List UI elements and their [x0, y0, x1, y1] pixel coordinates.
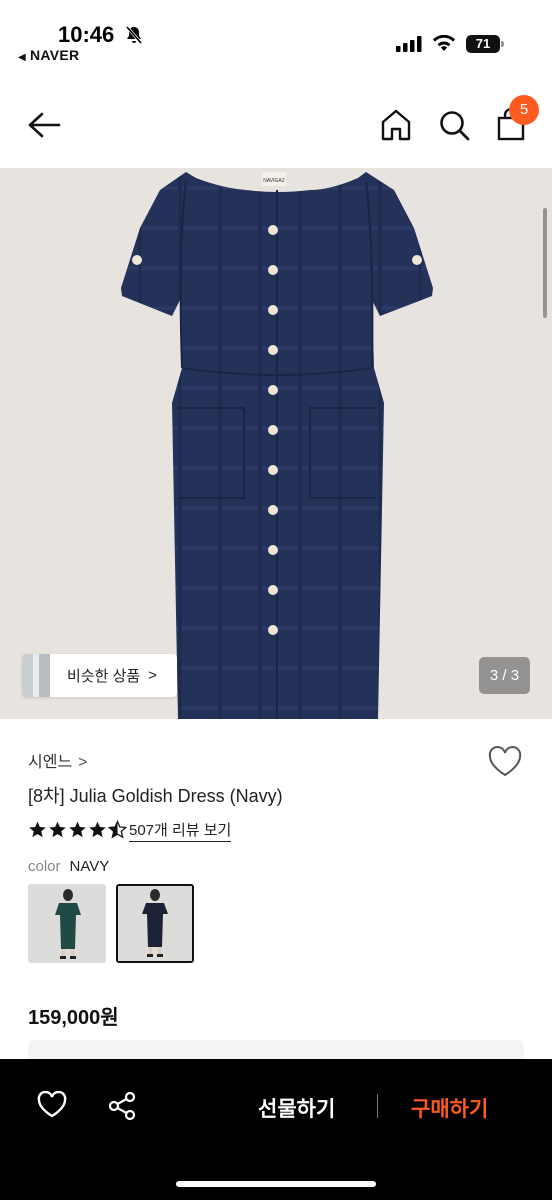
battery-tip — [501, 41, 504, 47]
battery-indicator: 71 — [466, 35, 504, 53]
home-icon[interactable] — [380, 108, 412, 142]
heart-icon[interactable] — [487, 746, 523, 778]
star-full-icon — [29, 821, 46, 838]
star-full-icon — [89, 821, 106, 838]
battery-level: 71 — [466, 35, 500, 53]
color-swatch-navy[interactable] — [116, 884, 194, 963]
back-triangle-icon: ◀ — [18, 52, 26, 63]
arrow-left-icon[interactable] — [26, 110, 62, 140]
chevron-right-icon: > — [78, 754, 88, 771]
star-full-icon — [69, 821, 86, 838]
brand-name: 시엔느 — [28, 754, 73, 771]
star-half-icon — [108, 820, 127, 839]
swatch-model-photo-teal — [29, 885, 105, 962]
swatch-model-photo-navy — [118, 886, 192, 961]
color-option-row: color NAVY — [28, 858, 109, 875]
star-full-icon — [49, 821, 66, 838]
product-title: [8차] Julia Goldish Dress (Navy) — [28, 786, 283, 806]
product-price: 159,000원 — [28, 1007, 119, 1029]
reviews-link[interactable]: 507개 리뷰 보기 — [129, 819, 232, 842]
bottom-action-bar: 선물하기 구매하기 — [0, 1059, 552, 1200]
image-page-counter: 3 / 3 — [479, 657, 530, 694]
product-image-gallery[interactable]: NAVIGAZ 비슷한 상품 > 3 / 3 — [0, 168, 552, 719]
garment-label-text: NAVIGAZ — [263, 178, 285, 184]
scrollbar-thumb[interactable] — [543, 208, 547, 318]
wifi-icon — [433, 34, 455, 51]
rating-stars — [28, 820, 127, 839]
status-time: 10:46 — [58, 22, 115, 47]
cart-count-badge: 5 — [509, 95, 539, 125]
search-icon[interactable] — [438, 108, 470, 142]
chevron-right-icon: > — [148, 667, 157, 684]
buy-button[interactable]: 구매하기 — [411, 1093, 488, 1123]
top-navigation — [0, 88, 552, 166]
selected-color-value: NAVY — [69, 858, 110, 875]
status-bar: 10:46 ◀ NAVER 71 — [0, 0, 552, 70]
share-icon[interactable] — [107, 1091, 137, 1121]
similar-products-button[interactable]: 비슷한 상품 > — [22, 654, 177, 697]
back-to-app-link[interactable]: ◀ NAVER — [18, 47, 79, 63]
similar-products-thumbnail — [22, 654, 50, 697]
color-label: color — [28, 858, 61, 875]
cellular-signal-icon — [396, 36, 422, 52]
gift-button[interactable]: 선물하기 — [258, 1093, 335, 1123]
product-photo-dress: NAVIGAZ — [121, 172, 433, 719]
brand-link[interactable]: 시엔느 > — [28, 748, 88, 772]
color-swatch-teal[interactable] — [28, 884, 106, 963]
mute-bell-icon — [125, 26, 143, 44]
button-divider — [377, 1094, 378, 1118]
similar-products-label: 비슷한 상품 — [67, 668, 141, 685]
home-indicator[interactable] — [176, 1181, 376, 1187]
back-app-label: NAVER — [30, 47, 80, 63]
heart-icon[interactable] — [37, 1091, 67, 1119]
